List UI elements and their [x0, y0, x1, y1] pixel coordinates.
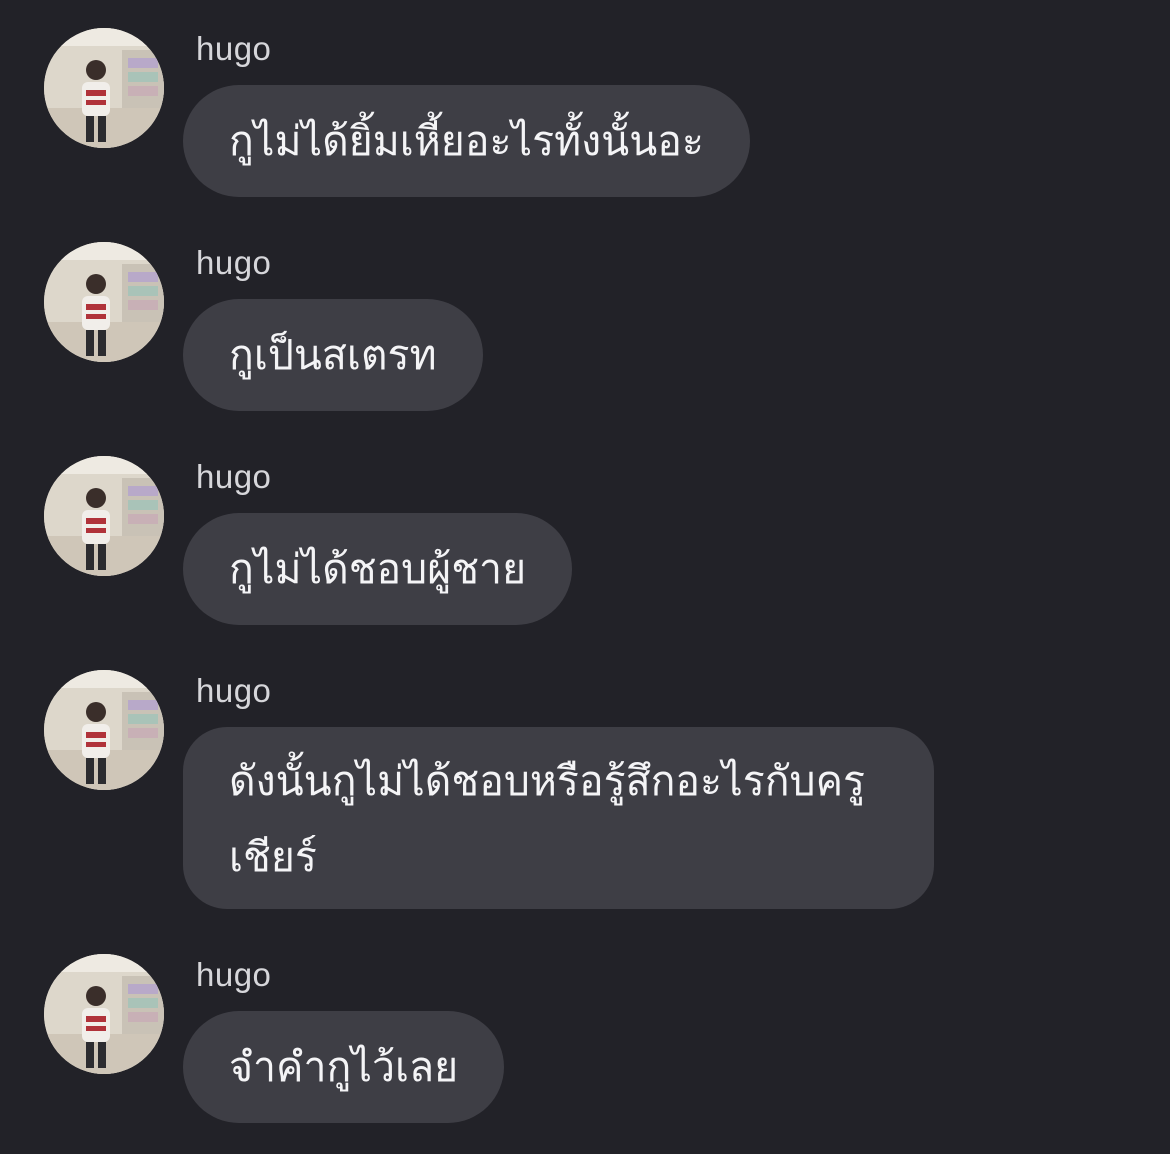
sender-name: hugo: [196, 244, 272, 281]
message-bubble[interactable]: กูไม่ได้ยิ้มเหี้ยอะไรทั้งนั้นอะ: [183, 85, 750, 197]
sender-name: hugo: [196, 458, 272, 495]
sender-name: hugo: [196, 956, 272, 993]
chat-thread: hugo กูไม่ได้ยิ้มเหี้ยอะไรทั้งนั้นอะ hug…: [0, 0, 1170, 1154]
user-avatar-photo-icon[interactable]: [44, 28, 164, 148]
message-bubble[interactable]: จำคำกูไว้เลย: [183, 1011, 505, 1123]
sender-name: hugo: [196, 30, 272, 67]
user-avatar-photo-icon[interactable]: [44, 242, 164, 362]
message-bubble[interactable]: กูเป็นสเตรท: [183, 299, 483, 411]
user-avatar-photo-icon[interactable]: [44, 456, 164, 576]
message-bubble[interactable]: กูไม่ได้ชอบผู้ชาย: [183, 513, 573, 625]
user-avatar-photo-icon[interactable]: [44, 954, 164, 1074]
sender-name: hugo: [196, 672, 272, 709]
user-avatar-photo-icon[interactable]: [44, 670, 164, 790]
message-bubble[interactable]: ดังนั้นกูไม่ได้ชอบหรือรู้สึกอะไรกับครูเช…: [183, 727, 934, 909]
